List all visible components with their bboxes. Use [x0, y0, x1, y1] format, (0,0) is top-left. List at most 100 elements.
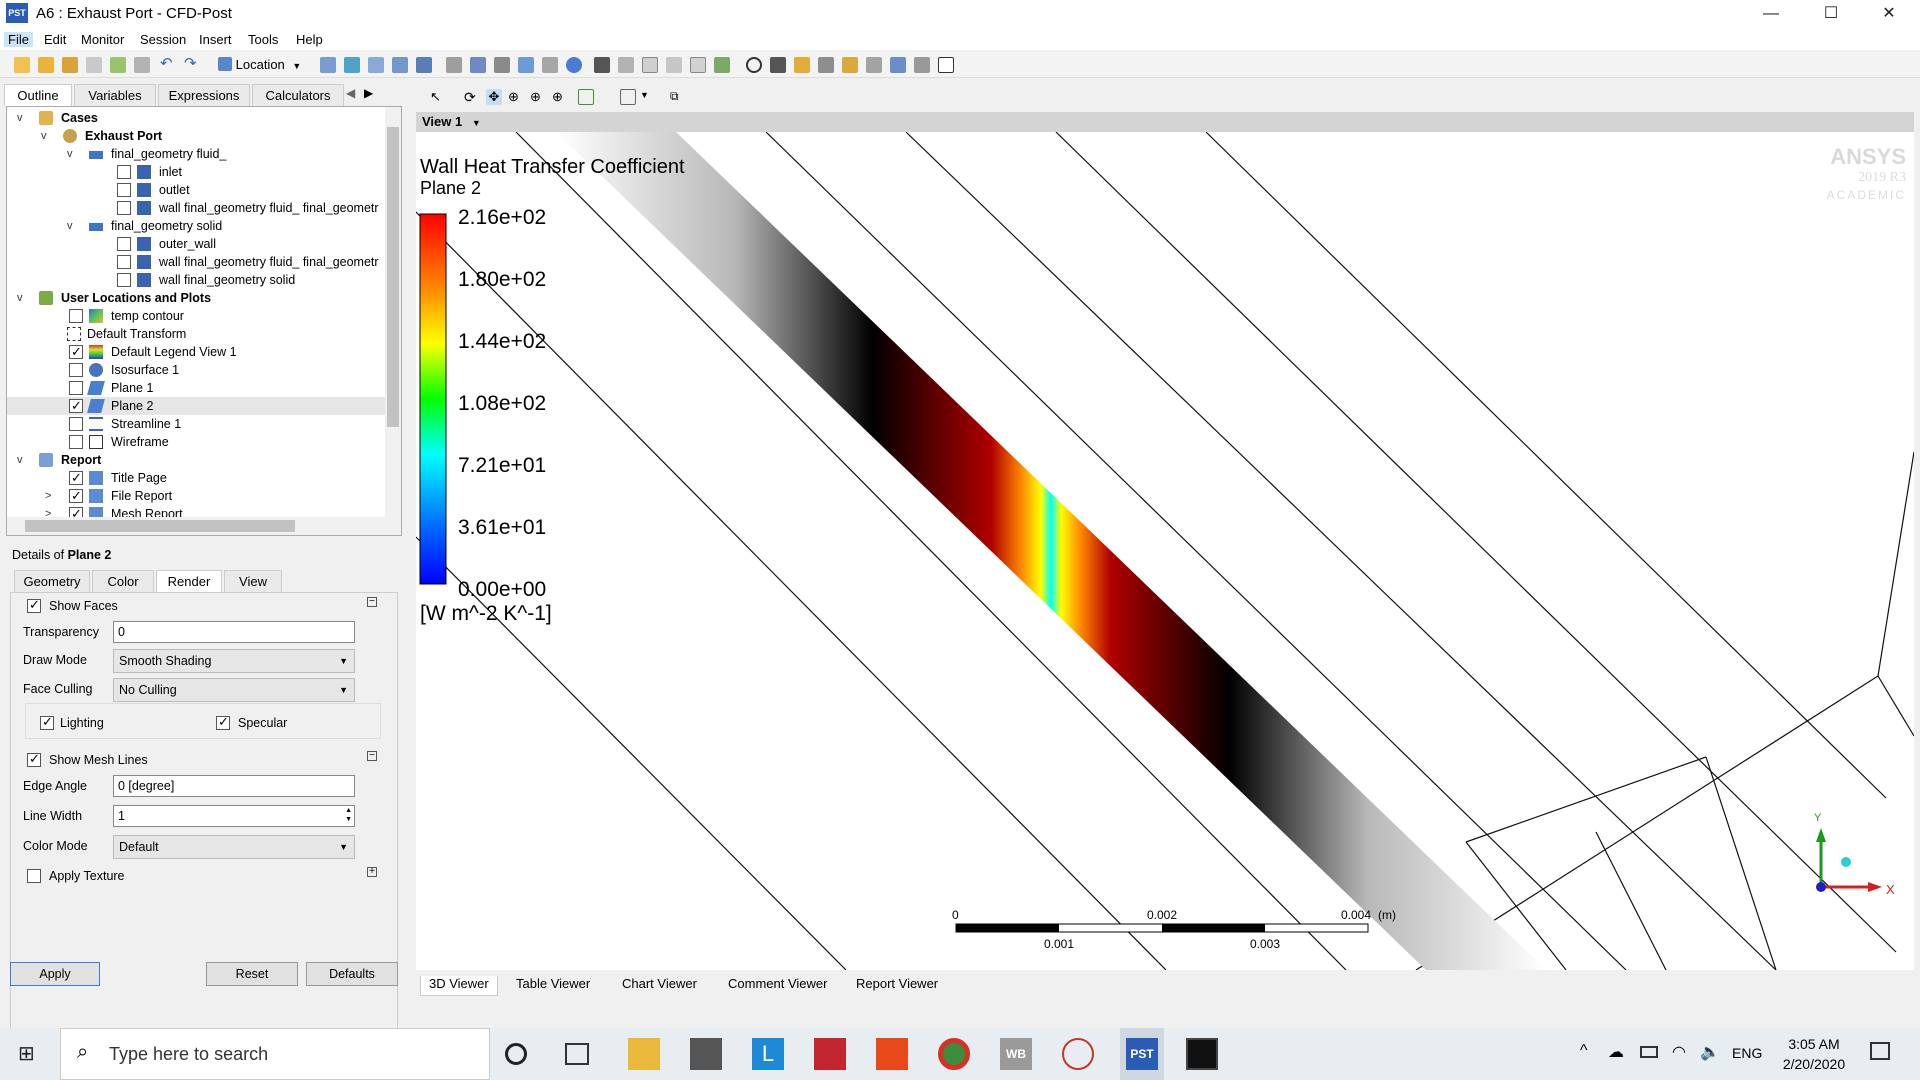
battery-icon[interactable] — [1640, 1046, 1658, 1058]
tab-calculators[interactable]: Calculators — [252, 84, 344, 106]
select-icon[interactable]: ↖ — [430, 89, 446, 105]
chevron-down-icon[interactable]: v — [67, 217, 73, 235]
clock-date[interactable]: 2/20/2020 — [1772, 1056, 1856, 1072]
scrollbar-thumb[interactable] — [25, 520, 295, 532]
new-icon[interactable] — [14, 57, 30, 73]
onedrive-icon[interactable]: ☁ — [1608, 1042, 1624, 1062]
mesh-report-checkbox[interactable] — [69, 505, 83, 517]
view-selector[interactable]: View 1 ▼ — [422, 114, 481, 129]
tab-scroll-left-icon[interactable]: ◀ — [346, 86, 355, 100]
apply-button[interactable]: Apply — [10, 962, 100, 986]
wall-fluid-checkbox[interactable] — [117, 201, 131, 215]
tree-node-report[interactable]: v Report — [11, 451, 391, 469]
plane-1-checkbox[interactable] — [69, 381, 83, 395]
color-map-icon[interactable] — [566, 57, 582, 73]
show-mesh-lines-checkbox[interactable] — [27, 751, 41, 767]
transparency-input[interactable]: 0 — [113, 621, 355, 643]
tree-node-cases[interactable]: v Cases — [11, 109, 391, 127]
lighting-checkbox[interactable] — [40, 714, 54, 730]
line-width-spinbox[interactable]: 1 ▲ ▼ — [113, 805, 355, 827]
tree-node-user-locations[interactable]: v User Locations and Plots — [11, 289, 391, 307]
plane-2-checkbox[interactable] — [69, 397, 83, 415]
tab-3d-viewer[interactable]: 3D Viewer — [420, 976, 498, 996]
show-faces-checkbox[interactable] — [27, 597, 41, 613]
undo-icon[interactable]: ↶ — [160, 56, 176, 73]
file-report-checkbox[interactable] — [69, 487, 83, 505]
zoom-fit-icon[interactable]: ⊕ — [552, 89, 568, 105]
tree-node-temp-contour[interactable]: temp contour — [11, 307, 391, 325]
collapse-icon[interactable]: − — [367, 597, 377, 607]
snapshot-icon[interactable] — [134, 57, 150, 73]
chevron-down-icon[interactable]: v — [67, 145, 73, 163]
clip-plane-icon[interactable] — [542, 57, 558, 73]
windows-start-icon[interactable]: ⊞ — [18, 1043, 40, 1065]
menu-help[interactable]: Help — [296, 32, 323, 47]
defaults-button[interactable]: Defaults — [306, 962, 398, 986]
lync-icon[interactable]: L — [752, 1038, 784, 1070]
cfd-post-taskbar-item[interactable]: PST — [1120, 1028, 1164, 1080]
reset-button[interactable]: Reset — [206, 962, 298, 986]
office-icon[interactable] — [876, 1038, 908, 1070]
tab-geometry[interactable]: Geometry — [14, 570, 90, 592]
comment-icon[interactable] — [690, 57, 706, 73]
tab-scroll-right-icon[interactable]: ▶ — [364, 86, 373, 100]
tree-node-solid-domain[interactable]: v final_geometry solid — [11, 217, 391, 235]
notification-center-icon[interactable] — [1870, 1042, 1890, 1060]
coordinate-frame-icon[interactable] — [470, 57, 486, 73]
tree-node-exhaust-port[interactable]: v Exhaust Port — [11, 127, 391, 145]
show-hidden-icons-chevron-icon[interactable]: ^ — [1580, 1042, 1588, 1060]
outer-wall-checkbox[interactable] — [117, 237, 131, 251]
probe-icon[interactable] — [818, 57, 834, 73]
isosurface-checkbox[interactable] — [69, 363, 83, 377]
timestep-clock-icon[interactable] — [746, 57, 762, 73]
tree-node-outlet[interactable]: outlet — [11, 181, 391, 199]
zoom-icon[interactable]: ⊕ — [508, 89, 524, 105]
redo-icon[interactable]: ↷ — [184, 56, 200, 73]
menu-monitor[interactable]: Monitor — [81, 32, 124, 47]
tree-vertical-scrollbar[interactable] — [385, 107, 401, 517]
menu-edit[interactable]: Edit — [44, 32, 66, 47]
volume-render-icon[interactable] — [416, 57, 432, 73]
maximize-button[interactable]: ☐ — [1808, 0, 1854, 28]
outlet-checkbox[interactable] — [117, 183, 131, 197]
chevron-down-icon[interactable]: ▼ — [640, 90, 649, 100]
tab-report-viewer[interactable]: Report Viewer — [856, 976, 938, 996]
default-legend-checkbox[interactable] — [69, 343, 83, 361]
chevron-down-icon[interactable]: v — [41, 127, 47, 145]
pan-icon[interactable]: ✥ — [486, 89, 502, 105]
animation-icon[interactable] — [770, 57, 786, 73]
rotate-icon[interactable]: ⟳ — [464, 89, 480, 105]
instance-transform-icon[interactable] — [518, 57, 534, 73]
photos-icon[interactable] — [1186, 1038, 1218, 1070]
menu-tools[interactable]: Tools — [248, 32, 278, 47]
chevron-down-icon[interactable]: v — [17, 451, 23, 469]
tab-comment-viewer[interactable]: Comment Viewer — [728, 976, 827, 996]
taskbar-search-box[interactable]: ⌕ Type here to search — [60, 1028, 490, 1080]
expression-icon[interactable] — [618, 57, 634, 73]
task-view-icon[interactable] — [565, 1043, 589, 1065]
title-page-checkbox[interactable] — [69, 469, 83, 487]
edge-angle-input[interactable]: 0 [degree] — [113, 775, 355, 797]
figure-icon[interactable] — [714, 57, 730, 73]
case-comparison-icon[interactable] — [914, 57, 930, 73]
specular-checkbox[interactable] — [216, 714, 230, 730]
tree-node-inlet[interactable]: inlet — [11, 163, 391, 181]
tree-node-mesh-report[interactable]: > Mesh Report — [11, 505, 391, 517]
color-mode-select[interactable]: Default ▼ — [113, 835, 355, 859]
menu-file[interactable]: File — [4, 32, 33, 47]
streamline-checkbox[interactable] — [69, 417, 83, 431]
legend-icon[interactable] — [494, 57, 510, 73]
tree-node-plane-2[interactable]: Plane 2 — [7, 397, 395, 415]
tree-node-wireframe[interactable]: Wireframe — [11, 433, 391, 451]
tab-variables[interactable]: Variables — [74, 84, 156, 106]
spin-arrows-icon[interactable]: ▲ ▼ — [345, 806, 352, 824]
tab-outline[interactable]: Outline — [4, 84, 72, 106]
variable-icon[interactable] — [594, 57, 610, 73]
tree-node-wall-fluid-2[interactable]: wall final_geometry fluid_ final_geometr — [11, 253, 391, 271]
table-icon[interactable] — [642, 57, 658, 73]
chart-icon[interactable] — [666, 57, 682, 73]
tree-node-default-legend[interactable]: Default Legend View 1 — [11, 343, 391, 361]
tree-node-plane-1[interactable]: Plane 1 — [11, 379, 391, 397]
macro-calculator-icon[interactable] — [866, 57, 882, 73]
mail-icon[interactable] — [690, 1038, 722, 1070]
